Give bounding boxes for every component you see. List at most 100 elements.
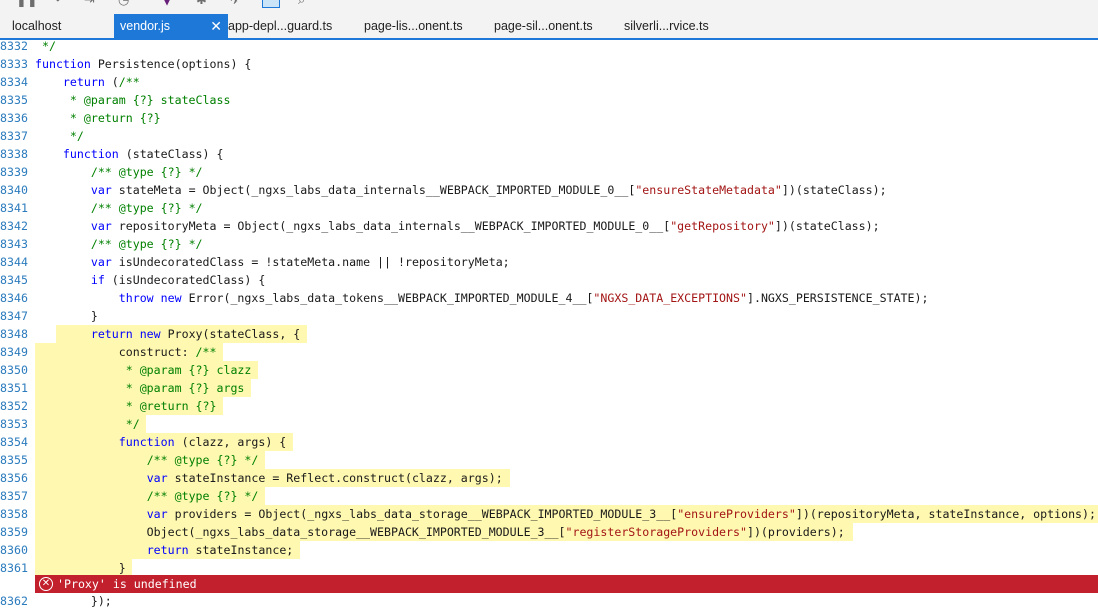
- code-text: var stateMeta = Object(_ngxs_labs_data_i…: [90, 183, 887, 197]
- code-text: });: [35, 594, 112, 608]
- error-message: 'Proxy' is undefined: [57, 577, 197, 591]
- code-text: var providers = Object(_ngxs_labs_data_s…: [146, 507, 1097, 521]
- step-over-icon[interactable]: ↷: [50, 0, 61, 8]
- line-number: 8352: [0, 399, 28, 413]
- code-line[interactable]: 8354 function (clazz, args) {: [0, 433, 1098, 451]
- line-number: 8355: [0, 453, 28, 467]
- code-line[interactable]: 8339 /** @type {?} */: [0, 163, 1098, 181]
- code-text: Object(_ngxs_labs_data_storage__WEBPACK_…: [35, 525, 845, 539]
- code-line[interactable]: 8337 */: [0, 127, 1098, 145]
- line-number: 8357: [0, 489, 28, 503]
- step-out-icon[interactable]: ⇥: [84, 0, 95, 8]
- pin-icon[interactable]: ✱: [196, 0, 207, 8]
- code-line[interactable]: 8333 function Persistence(options) {: [0, 55, 1098, 73]
- line-number: 8332: [0, 40, 28, 53]
- pause-icon[interactable]: ❚❚: [16, 0, 38, 8]
- line-number: 8351: [0, 381, 28, 395]
- code-line[interactable]: 8349 construct: /**: [0, 343, 1098, 361]
- code-editor[interactable]: 8332 */ 8333 function Persistence(options)…: [0, 40, 1098, 615]
- code-text: /** @type {?} */: [90, 165, 203, 179]
- line-number: 8349: [0, 345, 28, 359]
- debug-toolbar: ❚❚ ↷ ⇥ ◷ ▼ ✱ ✈ ⌕: [0, 0, 1098, 14]
- code-line[interactable]: 8346 throw new Error(_ngxs_labs_data_tok…: [0, 289, 1098, 307]
- line-number: 8342: [0, 219, 28, 233]
- code-line[interactable]: 8357 /** @type {?} */: [0, 487, 1098, 505]
- line-number: 8346: [0, 291, 28, 305]
- code-text: function (stateClass) {: [62, 147, 224, 161]
- line-number: 8339: [0, 165, 28, 179]
- code-text: return (/**: [62, 75, 140, 89]
- code-line[interactable]: 8334 return (/**: [0, 73, 1098, 91]
- code-line[interactable]: 8359 Object(_ngxs_labs_data_storage__WEB…: [0, 523, 1098, 541]
- code-line[interactable]: 8332 */: [0, 40, 1098, 55]
- code-text: /** @type {?} */: [146, 453, 259, 467]
- vs-icon[interactable]: ▼: [162, 0, 172, 8]
- tab-label: localhost: [12, 19, 62, 33]
- code-line[interactable]: 8345 if (isUndecoratedClass) {: [0, 271, 1098, 289]
- code-text: * @param {?} args: [35, 381, 245, 395]
- code-text: * @return {?}: [35, 399, 217, 413]
- code-line[interactable]: 8340 var stateMeta = Object(_ngxs_labs_d…: [0, 181, 1098, 199]
- exception-banner: ✕ 'Proxy' is undefined: [35, 575, 1098, 593]
- code-text: */: [35, 129, 84, 143]
- code-line[interactable]: 8347 }: [0, 307, 1098, 325]
- code-line[interactable]: 8358 var providers = Object(_ngxs_labs_d…: [0, 505, 1098, 523]
- tab-silverlink-service[interactable]: silverli...rvice.ts: [618, 14, 744, 38]
- line-number: 8353: [0, 417, 28, 431]
- code-text: */: [35, 417, 140, 431]
- code-text: throw new Error(_ngxs_labs_data_tokens__…: [118, 291, 929, 305]
- code-text: * @return {?}: [35, 111, 161, 125]
- code-text: * @param {?} stateClass: [35, 93, 231, 107]
- line-number: 8347: [0, 309, 28, 323]
- code-line[interactable]: 8348 return new Proxy(stateClass, {: [0, 325, 1098, 343]
- code-text: /** @type {?} */: [146, 489, 259, 503]
- code-line[interactable]: 8342 var repositoryMeta = Object(_ngxs_l…: [0, 217, 1098, 235]
- line-number: 8334: [0, 75, 28, 89]
- tab-label: app-depl...guard.ts: [228, 19, 333, 33]
- tab-page-list-component[interactable]: page-lis...onent.ts: [358, 14, 490, 38]
- code-line[interactable]: 8335 * @param {?} stateClass: [0, 91, 1098, 109]
- code-line[interactable]: 8350 * @param {?} clazz: [0, 361, 1098, 379]
- code-line[interactable]: 8360 return stateInstance;: [0, 541, 1098, 559]
- code-line[interactable]: 8362 });: [0, 592, 1098, 610]
- error-icon: ✕: [39, 577, 53, 591]
- code-line[interactable]: 8336 * @return {?}: [0, 109, 1098, 127]
- code-text: return stateInstance;: [146, 543, 294, 557]
- line-number: 8344: [0, 255, 28, 269]
- line-number: 8337: [0, 129, 28, 143]
- code-text: if (isUndecoratedClass) {: [90, 273, 266, 287]
- line-number: 8350: [0, 363, 28, 377]
- line-number: 8362: [0, 594, 28, 608]
- code-line[interactable]: 8356 var stateInstance = Reflect.constru…: [0, 469, 1098, 487]
- tab-vendor-js[interactable]: vendor.js ✕: [114, 14, 228, 38]
- code-line[interactable]: 8353 */: [0, 415, 1098, 433]
- code-line[interactable]: 8352 * @return {?}: [0, 397, 1098, 415]
- line-number: 8336: [0, 111, 28, 125]
- tab-localhost[interactable]: localhost: [6, 14, 116, 38]
- line-number: 8359: [0, 525, 28, 539]
- line-number: 8356: [0, 471, 28, 485]
- code-text: /** @type {?} */: [90, 201, 203, 215]
- code-text: /** @type {?} */: [90, 237, 203, 251]
- code-line[interactable]: 8341 /** @type {?} */: [0, 199, 1098, 217]
- line-number: 8338: [0, 147, 28, 161]
- break-all-icon[interactable]: ✈: [230, 0, 241, 8]
- find-icon[interactable]: ⌕: [298, 0, 305, 8]
- close-icon[interactable]: ✕: [210, 14, 222, 38]
- code-line[interactable]: 8351 * @param {?} args: [0, 379, 1098, 397]
- code-line[interactable]: 8343 /** @type {?} */: [0, 235, 1098, 253]
- code-text: function (clazz, args) {: [118, 435, 287, 449]
- break-on-exception-icon[interactable]: [262, 0, 280, 8]
- tab-page-silo-component[interactable]: page-sil...onent.ts: [488, 14, 620, 38]
- line-number: 8348: [0, 327, 28, 341]
- tab-app-deploy-guard[interactable]: app-depl...guard.ts: [222, 14, 358, 38]
- code-line[interactable]: 8338 function (stateClass) {: [0, 145, 1098, 163]
- new-session-icon[interactable]: ◷: [118, 0, 129, 8]
- code-line[interactable]: 8355 /** @type {?} */: [0, 451, 1098, 469]
- code-text: var repositoryMeta = Object(_ngxs_labs_d…: [90, 219, 880, 233]
- code-line[interactable]: 8344 var isUndecoratedClass = !stateMeta…: [0, 253, 1098, 271]
- tab-label: page-sil...onent.ts: [494, 19, 593, 33]
- tab-label: vendor.js: [120, 19, 171, 33]
- code-text: construct: /**: [35, 345, 217, 359]
- code-text: var stateInstance = Reflect.construct(cl…: [146, 471, 503, 485]
